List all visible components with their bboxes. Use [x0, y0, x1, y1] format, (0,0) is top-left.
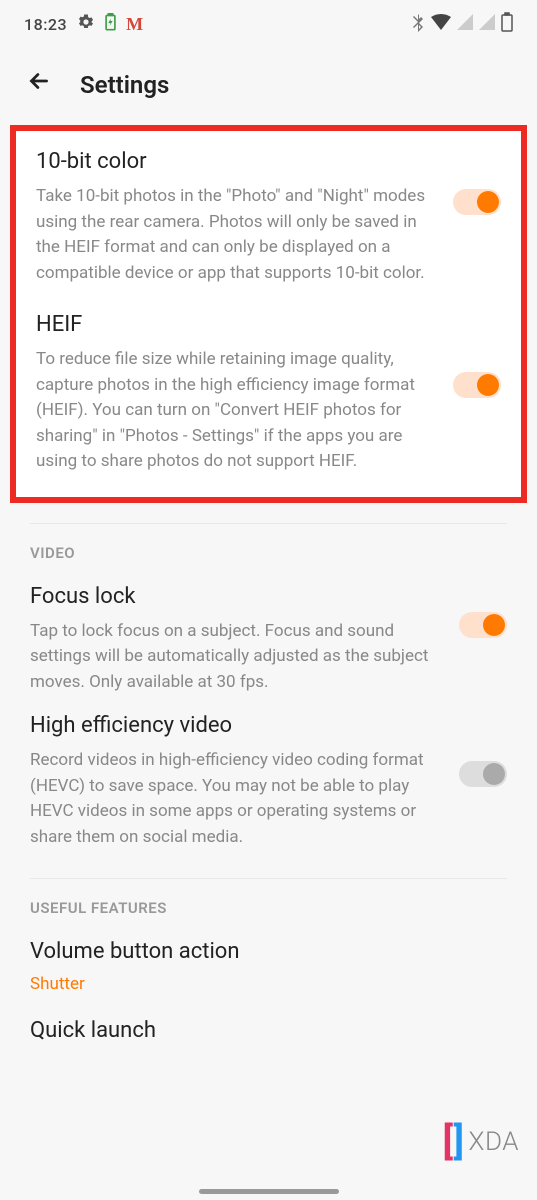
- toggle-heif[interactable]: [453, 372, 501, 398]
- setting-title: Quick launch: [30, 1018, 507, 1043]
- toggle-10bit[interactable]: [453, 189, 501, 215]
- setting-heif[interactable]: HEIF To reduce file size while retaining…: [16, 294, 521, 483]
- setting-title: Volume button action: [30, 939, 507, 964]
- setting-title: Focus lock: [30, 584, 447, 609]
- wifi-icon: [431, 14, 451, 34]
- status-time: 18:23: [24, 15, 67, 34]
- setting-title: High efficiency video: [30, 713, 447, 738]
- setting-focus-lock[interactable]: Focus lock Tap to lock focus on a subjec…: [30, 574, 507, 704]
- bluetooth-icon: [411, 12, 425, 36]
- setting-volume-button-action[interactable]: Volume button action Shutter: [30, 929, 507, 1002]
- gmail-icon: M: [126, 14, 143, 35]
- battery-icon: [501, 12, 513, 36]
- highlighted-section: 10-bit color Take 10-bit photos in the "…: [10, 125, 527, 503]
- back-button[interactable]: [26, 68, 52, 101]
- status-bar: 18:23 M: [0, 0, 537, 48]
- setting-10bit-color[interactable]: 10-bit color Take 10-bit photos in the "…: [16, 131, 521, 294]
- setting-description: To reduce file size while retaining imag…: [36, 347, 441, 475]
- battery-charging-icon: [105, 13, 116, 35]
- setting-title: 10-bit color: [36, 149, 441, 174]
- signal-icon-2: [479, 14, 495, 34]
- setting-value: Shutter: [30, 974, 507, 994]
- section-header-useful: USEFUL FEATURES: [30, 899, 507, 917]
- page-header: Settings: [0, 48, 537, 125]
- setting-title: HEIF: [36, 312, 441, 337]
- xda-text: XDA: [469, 1127, 519, 1157]
- signal-icon: [457, 14, 473, 34]
- section-header-video: VIDEO: [30, 544, 507, 562]
- xda-bracket-left-icon: [: [442, 1120, 453, 1164]
- xda-watermark: [ ] XDA: [442, 1120, 519, 1164]
- setting-description: Record videos in high-efficiency video c…: [30, 748, 447, 850]
- toggle-hevc[interactable]: [459, 761, 507, 787]
- xda-bracket-right-icon: ]: [454, 1120, 465, 1164]
- setting-high-efficiency-video[interactable]: High efficiency video Record videos in h…: [30, 703, 507, 858]
- page-title: Settings: [80, 71, 169, 99]
- divider: [30, 878, 507, 879]
- toggle-focus-lock[interactable]: [459, 612, 507, 638]
- divider: [30, 523, 507, 524]
- gesture-bar[interactable]: [199, 1189, 339, 1194]
- setting-description: Tap to lock focus on a subject. Focus an…: [30, 619, 447, 696]
- setting-description: Take 10-bit photos in the "Photo" and "N…: [36, 184, 441, 286]
- settings-icon: [77, 13, 95, 35]
- setting-quick-launch[interactable]: Quick launch: [30, 1002, 507, 1061]
